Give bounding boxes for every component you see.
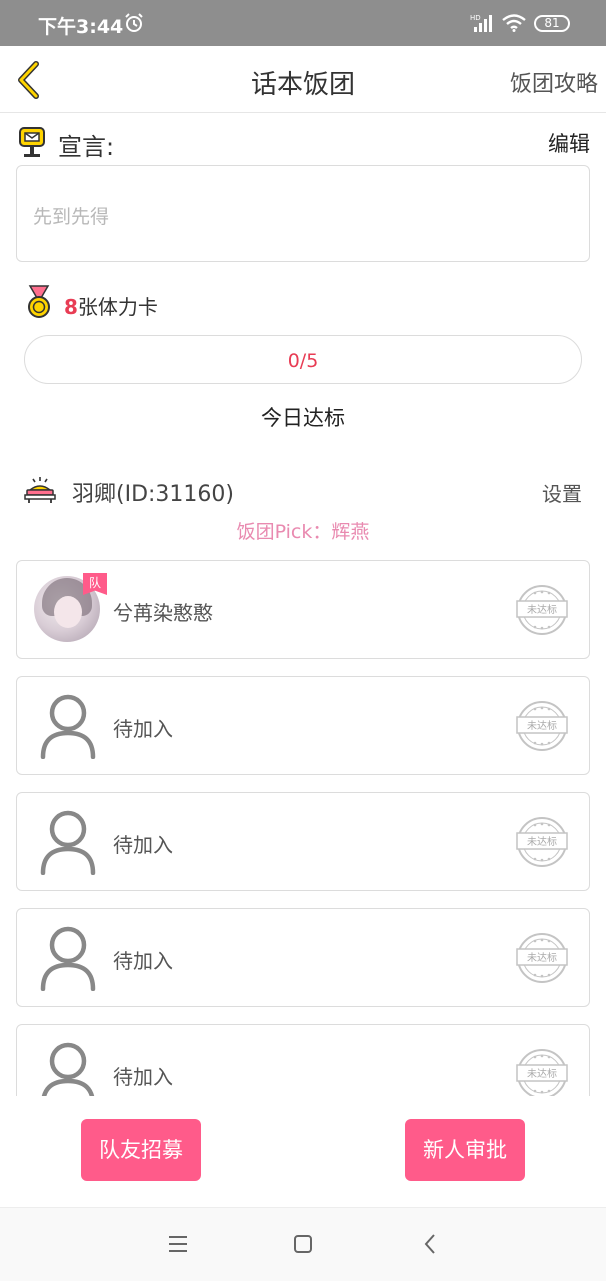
person-placeholder-icon (40, 926, 96, 991)
stamp-text: 未达标 (527, 836, 557, 848)
member-list[interactable]: 队 兮苒染憨憨 未达标 待加入 未达标 待加入 未达标 待加入 未达标 待加入 … (0, 550, 606, 1096)
not-qualified-stamp-icon: 未达标 (516, 1049, 568, 1096)
throne-icon (24, 477, 56, 503)
member-name: 待加入 (113, 1065, 173, 1089)
not-qualified-stamp-icon: 未达标 (516, 585, 568, 635)
status-time: 下午3:44 (38, 16, 124, 38)
declaration-box: 先到先得 (16, 165, 590, 262)
svg-text:HD: HD (470, 14, 481, 22)
leader-name: 羽卿(ID:31160) (72, 482, 234, 507)
hd-signal-icon: HD (470, 14, 492, 32)
declaration-text: 先到先得 (33, 206, 110, 228)
recruit-teammates-button[interactable]: 队友招募 (81, 1119, 201, 1181)
stamp-text: 未达标 (527, 604, 557, 616)
mailbox-icon (19, 127, 45, 157)
person-placeholder-icon (40, 694, 96, 759)
avatar-face (54, 596, 82, 628)
settings-button[interactable]: 设置 (542, 478, 582, 507)
member-name: 待加入 (113, 717, 173, 741)
member-card-empty[interactable]: 待加入 未达标 (16, 792, 590, 891)
wifi-icon (502, 14, 526, 32)
stamp-text: 未达标 (527, 1068, 557, 1080)
member-card-empty[interactable]: 待加入 未达标 (16, 676, 590, 775)
stamp-text: 未达标 (527, 720, 557, 732)
back-triangle-icon[interactable] (423, 1233, 437, 1255)
stamina-card-number: 8 (64, 295, 78, 319)
alarm-clock-icon (125, 13, 143, 32)
member-name: 待加入 (113, 833, 173, 857)
daily-target-label: 今日达标 (261, 406, 345, 430)
system-nav-bar (0, 1207, 606, 1281)
member-name: 兮苒染憨憨 (113, 601, 213, 625)
battery-level: 81 (544, 16, 560, 30)
not-qualified-stamp-icon: 未达标 (516, 701, 568, 751)
member-card-captain[interactable]: 队 兮苒染憨憨 未达标 (16, 560, 590, 659)
battery-indicator: 81 (534, 15, 570, 32)
person-placeholder-icon (41, 1042, 95, 1096)
nav-header: 话本饭团 饭团攻略 (0, 46, 606, 113)
member-name: 待加入 (113, 949, 173, 973)
home-square-icon[interactable] (293, 1234, 313, 1254)
not-qualified-stamp-icon: 未达标 (516, 817, 568, 867)
person-placeholder-icon (40, 810, 96, 875)
not-qualified-stamp-icon: 未达标 (516, 933, 568, 983)
guide-link[interactable]: 饭团攻略 (510, 66, 598, 98)
team-pick-text: 饭团Pick：辉燕 (236, 521, 370, 543)
status-bar: 下午3:44 HD 81 (0, 0, 606, 46)
menu-icon[interactable] (168, 1235, 188, 1253)
stamp-text: 未达标 (527, 952, 557, 964)
member-card-empty[interactable]: 待加入 未达标 (16, 1024, 590, 1096)
stamina-card-suffix: 张体力卡 (77, 295, 158, 319)
edit-declaration-button[interactable]: 编辑 (548, 128, 590, 158)
medal-icon (28, 285, 50, 318)
daily-progress-bar: 0/5 (24, 335, 582, 384)
progress-text: 0/5 (287, 350, 319, 372)
approve-newcomers-button[interactable]: 新人审批 (405, 1119, 525, 1181)
stamina-card-count: 8张体力卡 (64, 291, 158, 320)
member-card-empty[interactable]: 待加入 未达标 (16, 908, 590, 1007)
declaration-label: 宣言: (58, 133, 115, 161)
